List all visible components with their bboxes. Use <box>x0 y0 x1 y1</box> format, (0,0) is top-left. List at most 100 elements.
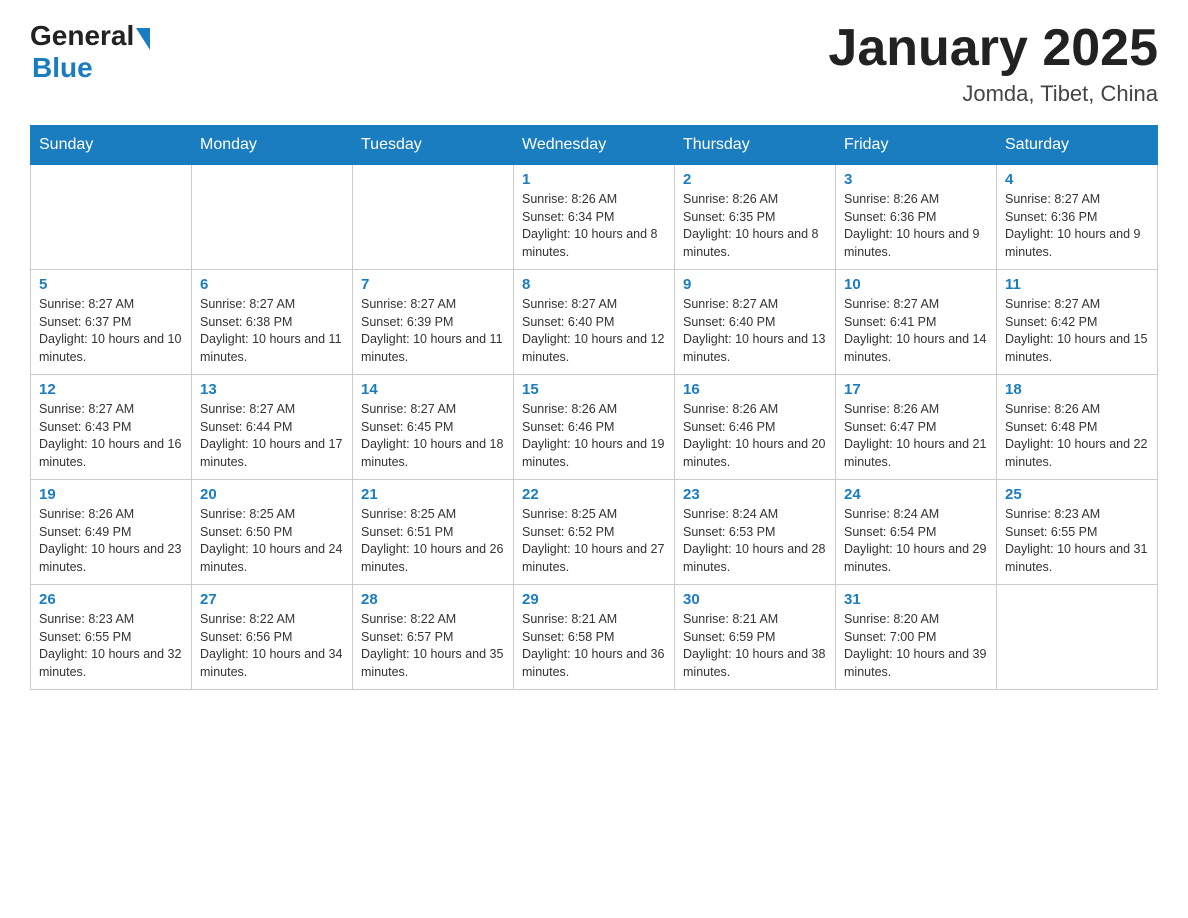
calendar-header-saturday: Saturday <box>997 126 1158 165</box>
calendar-cell <box>192 165 353 270</box>
calendar-cell: 14 Sunrise: 8:27 AMSunset: 6:45 PMDayligh… <box>353 375 514 480</box>
day-number: 21 <box>361 486 505 503</box>
day-info: Sunrise: 8:27 AMSunset: 6:42 PMDaylight:… <box>1005 296 1149 366</box>
day-number: 9 <box>683 276 827 293</box>
day-info: Sunrise: 8:26 AMSunset: 6:48 PMDaylight:… <box>1005 401 1149 471</box>
calendar-cell: 20 Sunrise: 8:25 AMSunset: 6:50 PMDayligh… <box>192 480 353 585</box>
calendar-cell: 11 Sunrise: 8:27 AMSunset: 6:42 PMDayligh… <box>997 270 1158 375</box>
day-info: Sunrise: 8:27 AMSunset: 6:44 PMDaylight:… <box>200 401 344 471</box>
day-number: 19 <box>39 486 183 503</box>
calendar-week-3: 12 Sunrise: 8:27 AMSunset: 6:43 PMDayligh… <box>31 375 1158 480</box>
calendar-cell: 13 Sunrise: 8:27 AMSunset: 6:44 PMDayligh… <box>192 375 353 480</box>
day-number: 11 <box>1005 276 1149 293</box>
calendar-cell: 4 Sunrise: 8:27 AMSunset: 6:36 PMDaylight… <box>997 165 1158 270</box>
page-subtitle: Jomda, Tibet, China <box>828 81 1158 107</box>
day-number: 17 <box>844 381 988 398</box>
day-number: 10 <box>844 276 988 293</box>
logo-blue-text: Blue <box>32 52 93 84</box>
day-number: 1 <box>522 171 666 188</box>
calendar-cell <box>31 165 192 270</box>
day-info: Sunrise: 8:24 AMSunset: 6:54 PMDaylight:… <box>844 506 988 576</box>
logo-general-text: General <box>30 20 134 52</box>
calendar-week-2: 5Sunrise: 8:27 AMSunset: 6:37 PMDaylight… <box>31 270 1158 375</box>
day-number: 15 <box>522 381 666 398</box>
day-number: 2 <box>683 171 827 188</box>
calendar-cell: 28Sunrise: 8:22 AMSunset: 6:57 PMDayligh… <box>353 585 514 690</box>
calendar-cell <box>997 585 1158 690</box>
day-info: Sunrise: 8:21 AMSunset: 6:58 PMDaylight:… <box>522 611 666 681</box>
day-number: 8 <box>522 276 666 293</box>
day-info: Sunrise: 8:25 AMSunset: 6:51 PMDaylight:… <box>361 506 505 576</box>
day-info: Sunrise: 8:26 AMSunset: 6:47 PMDaylight:… <box>844 401 988 471</box>
day-number: 14 <box>361 381 505 398</box>
calendar-cell: 22 Sunrise: 8:25 AMSunset: 6:52 PMDayligh… <box>514 480 675 585</box>
day-number: 5 <box>39 276 183 293</box>
calendar-cell: 21 Sunrise: 8:25 AMSunset: 6:51 PMDayligh… <box>353 480 514 585</box>
calendar-week-5: 26 Sunrise: 8:23 AMSunset: 6:55 PMDayligh… <box>31 585 1158 690</box>
day-number: 18 <box>1005 381 1149 398</box>
calendar-cell: 2Sunrise: 8:26 AMSunset: 6:35 PMDaylight… <box>675 165 836 270</box>
day-number: 24 <box>844 486 988 503</box>
calendar-cell: 27 Sunrise: 8:22 AMSunset: 6:56 PMDayligh… <box>192 585 353 690</box>
calendar-cell: 7 Sunrise: 8:27 AMSunset: 6:39 PMDaylight… <box>353 270 514 375</box>
day-number: 31 <box>844 591 988 608</box>
calendar-header-tuesday: Tuesday <box>353 126 514 165</box>
day-info: Sunrise: 8:27 AMSunset: 6:40 PMDaylight:… <box>522 296 666 366</box>
day-number: 25 <box>1005 486 1149 503</box>
day-info: Sunrise: 8:24 AMSunset: 6:53 PMDaylight:… <box>683 506 827 576</box>
calendar-cell: 10 Sunrise: 8:27 AMSunset: 6:41 PMDayligh… <box>836 270 997 375</box>
calendar-cell: 12 Sunrise: 8:27 AMSunset: 6:43 PMDayligh… <box>31 375 192 480</box>
calendar-cell: 26 Sunrise: 8:23 AMSunset: 6:55 PMDayligh… <box>31 585 192 690</box>
logo: General Blue <box>30 20 150 84</box>
day-info: Sunrise: 8:27 AMSunset: 6:39 PMDaylight:… <box>361 296 505 366</box>
day-number: 20 <box>200 486 344 503</box>
calendar-cell: 1 Sunrise: 8:26 AMSunset: 6:34 PMDaylight… <box>514 165 675 270</box>
day-info: Sunrise: 8:21 AMSunset: 6:59 PMDaylight:… <box>683 611 827 681</box>
calendar-cell <box>353 165 514 270</box>
title-area: January 2025 Jomda, Tibet, China <box>828 20 1158 107</box>
calendar-cell: 6 Sunrise: 8:27 AMSunset: 6:38 PMDaylight… <box>192 270 353 375</box>
day-info: Sunrise: 8:27 AMSunset: 6:40 PMDaylight:… <box>683 296 827 366</box>
calendar-cell: 17 Sunrise: 8:26 AMSunset: 6:47 PMDayligh… <box>836 375 997 480</box>
day-number: 4 <box>1005 171 1149 188</box>
calendar-header-friday: Friday <box>836 126 997 165</box>
day-info: Sunrise: 8:26 AMSunset: 6:49 PMDaylight:… <box>39 506 183 576</box>
day-info: Sunrise: 8:26 AMSunset: 6:34 PMDaylight:… <box>522 191 666 261</box>
day-number: 7 <box>361 276 505 293</box>
calendar-header-row: SundayMondayTuesdayWednesdayThursdayFrid… <box>31 126 1158 165</box>
calendar-cell: 31 Sunrise: 8:20 AMSunset: 7:00 PMDayligh… <box>836 585 997 690</box>
day-info: Sunrise: 8:23 AMSunset: 6:55 PMDaylight:… <box>39 611 183 681</box>
day-info: Sunrise: 8:25 AMSunset: 6:52 PMDaylight:… <box>522 506 666 576</box>
calendar-cell: 5Sunrise: 8:27 AMSunset: 6:37 PMDaylight… <box>31 270 192 375</box>
day-info: Sunrise: 8:20 AMSunset: 7:00 PMDaylight:… <box>844 611 988 681</box>
day-info: Sunrise: 8:27 AMSunset: 6:43 PMDaylight:… <box>39 401 183 471</box>
calendar-table: SundayMondayTuesdayWednesdayThursdayFrid… <box>30 125 1158 690</box>
day-number: 27 <box>200 591 344 608</box>
calendar-cell: 15Sunrise: 8:26 AMSunset: 6:46 PMDayligh… <box>514 375 675 480</box>
day-number: 6 <box>200 276 344 293</box>
day-info: Sunrise: 8:27 AMSunset: 6:45 PMDaylight:… <box>361 401 505 471</box>
day-info: Sunrise: 8:22 AMSunset: 6:56 PMDaylight:… <box>200 611 344 681</box>
day-number: 22 <box>522 486 666 503</box>
calendar-cell: 24 Sunrise: 8:24 AMSunset: 6:54 PMDayligh… <box>836 480 997 585</box>
calendar-cell: 18 Sunrise: 8:26 AMSunset: 6:48 PMDayligh… <box>997 375 1158 480</box>
day-info: Sunrise: 8:27 AMSunset: 6:41 PMDaylight:… <box>844 296 988 366</box>
day-info: Sunrise: 8:26 AMSunset: 6:36 PMDaylight:… <box>844 191 988 261</box>
day-info: Sunrise: 8:26 AMSunset: 6:46 PMDaylight:… <box>683 401 827 471</box>
day-number: 13 <box>200 381 344 398</box>
day-number: 26 <box>39 591 183 608</box>
day-info: Sunrise: 8:27 AMSunset: 6:38 PMDaylight:… <box>200 296 344 366</box>
day-info: Sunrise: 8:27 AMSunset: 6:36 PMDaylight:… <box>1005 191 1149 261</box>
day-number: 12 <box>39 381 183 398</box>
calendar-cell: 8 Sunrise: 8:27 AMSunset: 6:40 PMDaylight… <box>514 270 675 375</box>
calendar-cell: 3Sunrise: 8:26 AMSunset: 6:36 PMDaylight… <box>836 165 997 270</box>
calendar-cell: 9 Sunrise: 8:27 AMSunset: 6:40 PMDaylight… <box>675 270 836 375</box>
calendar-cell: 16Sunrise: 8:26 AMSunset: 6:46 PMDayligh… <box>675 375 836 480</box>
day-info: Sunrise: 8:25 AMSunset: 6:50 PMDaylight:… <box>200 506 344 576</box>
calendar-cell: 29Sunrise: 8:21 AMSunset: 6:58 PMDayligh… <box>514 585 675 690</box>
calendar-cell: 19 Sunrise: 8:26 AMSunset: 6:49 PMDayligh… <box>31 480 192 585</box>
calendar-cell: 25Sunrise: 8:23 AMSunset: 6:55 PMDayligh… <box>997 480 1158 585</box>
day-info: Sunrise: 8:22 AMSunset: 6:57 PMDaylight:… <box>361 611 505 681</box>
day-number: 30 <box>683 591 827 608</box>
calendar-week-1: 1 Sunrise: 8:26 AMSunset: 6:34 PMDaylight… <box>31 165 1158 270</box>
